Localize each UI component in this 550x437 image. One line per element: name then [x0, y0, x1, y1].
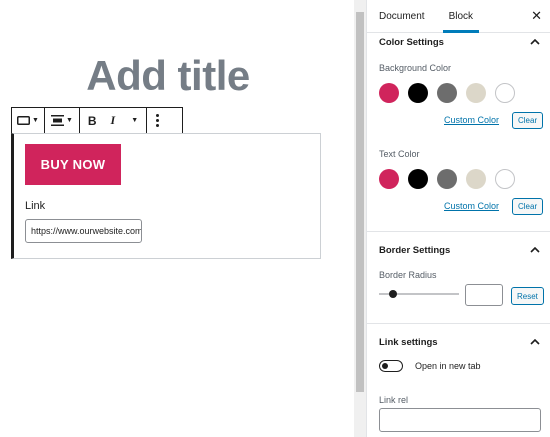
toggle-knob: [382, 363, 388, 369]
chevron-up-icon: [528, 243, 542, 257]
block-type-button[interactable]: ▼: [12, 108, 44, 133]
bold-button[interactable]: B: [80, 108, 105, 133]
border-radius-slider-handle[interactable]: [389, 290, 397, 298]
color-settings-panel: Color Settings Background Color Custom C…: [367, 33, 550, 232]
button-block[interactable]: BUY NOW Link https://www.ourwebsite.com: [11, 133, 321, 259]
align-group: ▼: [45, 108, 80, 133]
sidebar-tabs: Document Block ✕: [367, 0, 550, 33]
link-rel-input[interactable]: [379, 408, 541, 432]
border-settings-header[interactable]: Border Settings: [367, 232, 550, 268]
block-toolbar: ▼ ▼ B I ▼: [11, 107, 183, 134]
color-swatch-crimson[interactable]: [379, 169, 399, 189]
tab-block[interactable]: Block: [437, 0, 485, 33]
color-swatch-beige[interactable]: [466, 169, 486, 189]
chevron-down-icon: ▼: [131, 117, 139, 124]
align-icon: [50, 115, 64, 126]
link-rel-label: Link rel: [379, 395, 409, 405]
italic-button[interactable]: I: [105, 108, 122, 133]
post-title-placeholder[interactable]: Add title: [0, 52, 336, 100]
buy-now-button[interactable]: BUY NOW: [25, 144, 121, 185]
color-swatch-gray[interactable]: [437, 169, 457, 189]
format-group: B I ▼: [80, 108, 148, 133]
color-settings-header[interactable]: Color Settings: [367, 33, 550, 51]
color-swatch-black[interactable]: [408, 83, 428, 103]
more-formats-button[interactable]: ▼: [121, 108, 146, 133]
more-options-button[interactable]: [147, 108, 168, 133]
background-color-label: Background Color: [379, 63, 452, 73]
text-clear-button[interactable]: Clear: [512, 198, 544, 215]
background-clear-button[interactable]: Clear: [512, 112, 544, 129]
border-reset-button[interactable]: Reset: [511, 287, 544, 305]
chevron-up-icon: [528, 35, 542, 49]
settings-sidebar: Document Block ✕ Color Settings Backgrou…: [366, 0, 550, 437]
bold-icon: B: [87, 113, 97, 128]
tab-document[interactable]: Document: [367, 0, 437, 32]
text-custom-color-link[interactable]: Custom Color: [444, 201, 499, 211]
scrollbar-thumb[interactable]: [356, 12, 364, 392]
block-editor: Add title ▼ ▼ B I ▼ BUY NOW Link https:/…: [0, 0, 550, 437]
link-settings-header[interactable]: Link settings: [367, 324, 550, 360]
italic-icon: I: [110, 113, 116, 127]
border-radius-label: Border Radius: [379, 270, 437, 280]
color-swatch-crimson[interactable]: [379, 83, 399, 103]
chevron-down-icon: ▼: [65, 117, 73, 124]
more-options-icon: [156, 114, 160, 127]
open-new-tab-toggle[interactable]: [379, 360, 403, 372]
background-color-palette: [379, 83, 524, 103]
text-color-palette: [379, 169, 524, 189]
color-swatch-white[interactable]: [495, 169, 515, 189]
color-swatch-white[interactable]: [495, 83, 515, 103]
background-custom-color-link[interactable]: Custom Color: [444, 115, 499, 125]
link-settings-title: Link settings: [379, 336, 438, 348]
color-swatch-black[interactable]: [408, 169, 428, 189]
border-radius-input[interactable]: [465, 284, 503, 306]
block-type-group: ▼: [12, 108, 45, 133]
options-group: [147, 108, 168, 133]
chevron-down-icon: ▼: [32, 117, 39, 124]
open-new-tab-label: Open in new tab: [415, 361, 481, 371]
editor-canvas: Add title ▼ ▼ B I ▼ BUY NOW Link https:/…: [0, 0, 354, 437]
align-button[interactable]: ▼: [45, 108, 79, 133]
color-swatch-gray[interactable]: [437, 83, 457, 103]
border-settings-title: Border Settings: [379, 244, 451, 256]
link-label: Link: [25, 200, 46, 212]
chevron-up-icon: [528, 335, 542, 349]
block-type-icon: [17, 116, 30, 125]
color-swatch-beige[interactable]: [466, 83, 486, 103]
color-settings-title: Color Settings: [379, 36, 444, 48]
border-settings-panel: Border Settings Border Radius: [367, 232, 550, 324]
close-icon[interactable]: ✕: [531, 8, 542, 24]
link-url-input[interactable]: https://www.ourwebsite.com: [25, 219, 142, 243]
editor-scrollbar[interactable]: [354, 0, 366, 437]
text-color-label: Text Color: [379, 149, 420, 159]
